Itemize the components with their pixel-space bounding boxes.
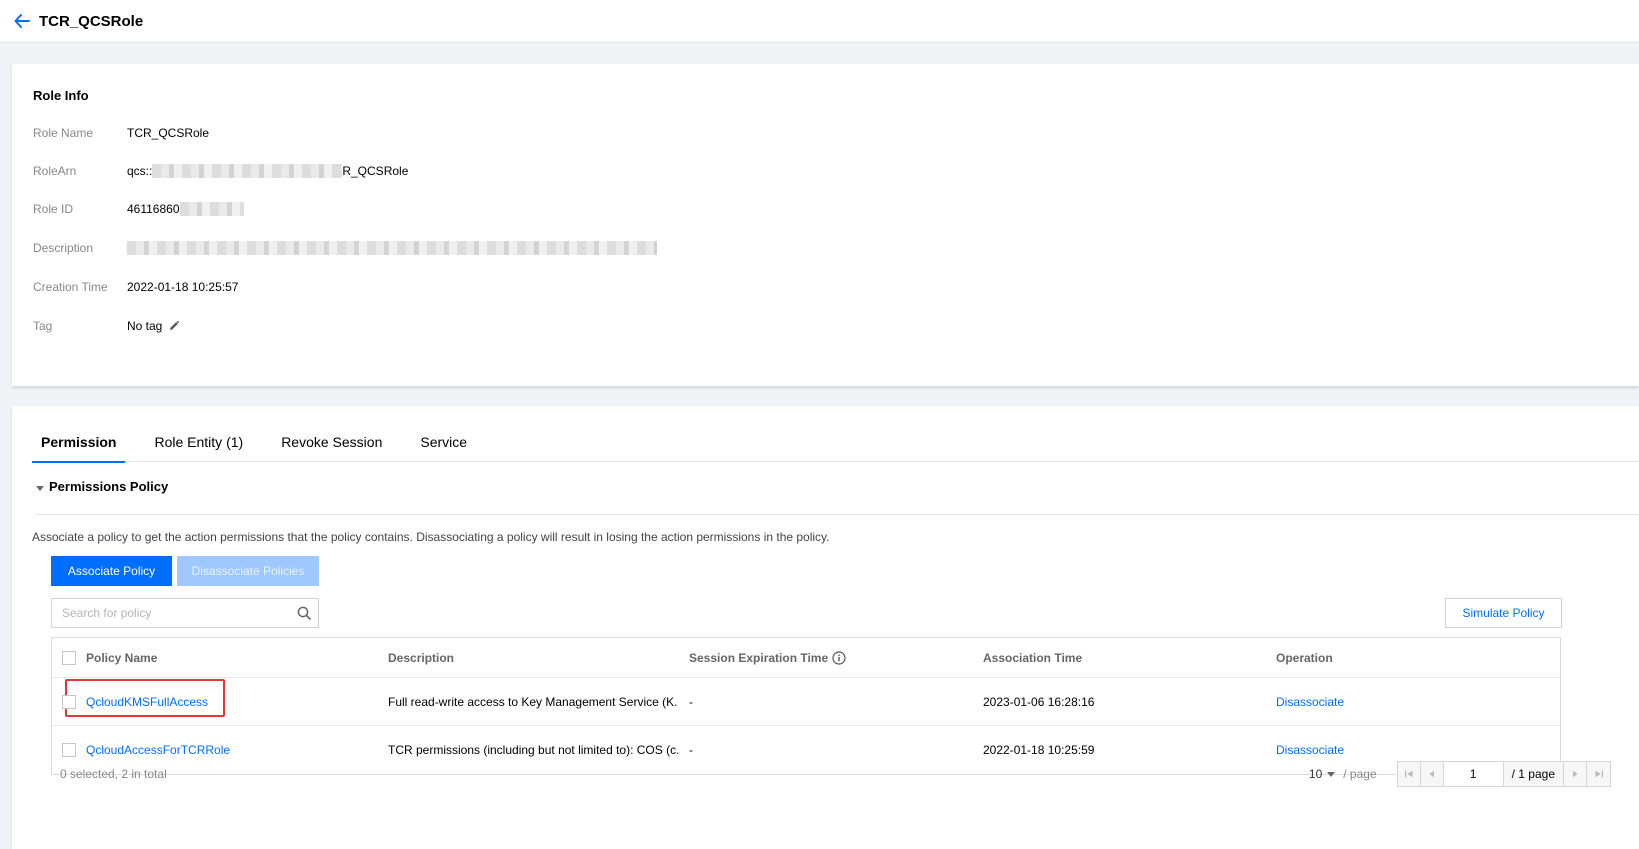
policy-name-link[interactable]: QcloudKMSFullAccess [86, 678, 376, 725]
creation-time-row: Creation Time 2022-01-18 10:25:57 [33, 279, 238, 295]
next-page-icon[interactable] [1564, 762, 1587, 786]
column-header-session-expiration: Session Expiration Time [689, 638, 969, 677]
tab-revoke-session[interactable]: Revoke Session [272, 424, 391, 462]
permissions-description: Associate a policy to get the action per… [32, 530, 830, 544]
page-navigator: 1 / 1 page [1396, 761, 1611, 787]
association-time: 2022-01-18 10:25:59 [983, 743, 1095, 757]
tab-bar: Permission Role Entity (1) Revoke Sessio… [32, 424, 1639, 463]
redacted-blur [152, 164, 343, 178]
disassociate-policies-button: Disassociate Policies [177, 556, 319, 586]
role-id-value: 46116860 [127, 202, 244, 216]
redacted-blur [179, 202, 244, 216]
column-header-association-time: Association Time [983, 650, 1083, 665]
role-id-row: Role ID 46116860 [33, 201, 244, 217]
per-page-label: / page [1343, 767, 1377, 781]
table-header-row: Policy Name Description Session Expirati… [52, 638, 1560, 678]
tag-label: Tag [33, 319, 53, 333]
policy-search-input[interactable] [52, 599, 290, 627]
associate-policy-button[interactable]: Associate Policy [51, 556, 172, 586]
redacted-blur [127, 241, 657, 255]
role-id-label: Role ID [33, 202, 74, 216]
description-value [127, 241, 657, 255]
page-number-input[interactable]: 1 [1443, 762, 1504, 786]
policy-description: Full read-write access to Key Management… [388, 694, 678, 709]
permission-card: Permission Role Entity (1) Revoke Sessio… [12, 406, 1639, 849]
policy-description: TCR permissions (including but not limit… [388, 743, 678, 757]
total-pages: / 1 page [1503, 762, 1564, 786]
disassociate-link[interactable]: Disassociate [1276, 678, 1556, 725]
policy-search-box [51, 598, 319, 628]
pencil-icon[interactable] [168, 320, 180, 332]
permissions-policy-title: Permissions Policy [49, 479, 169, 494]
first-page-icon[interactable] [1398, 762, 1421, 786]
column-header-policy-name: Policy Name [86, 650, 158, 665]
creation-time-label: Creation Time [33, 280, 108, 294]
chevron-down-icon [1327, 771, 1336, 777]
role-id-text: 46116860 [127, 202, 180, 216]
description-label: Description [33, 241, 94, 255]
policy-table: Policy Name Description Session Expirati… [51, 637, 1561, 775]
role-arn-prefix: qcs:: [127, 164, 153, 178]
permissions-policy-header[interactable]: Permissions Policy [36, 479, 1639, 515]
caret-down-icon [36, 486, 44, 491]
role-name-row: Role Name TCR_QCSRole [33, 125, 209, 141]
session-expiration: - [689, 694, 693, 709]
column-header-description: Description [388, 650, 455, 665]
role-arn-value: qcs:: R_QCSRole [127, 164, 408, 178]
session-expiration-label: Session Expiration Time [689, 650, 829, 665]
selection-summary: 0 selected, 2 in total [60, 767, 167, 781]
simulate-policy-button[interactable]: Simulate Policy [1445, 598, 1562, 628]
top-bar: TCR_QCSRole [0, 0, 1639, 43]
role-name-label: Role Name [33, 126, 94, 140]
table-row: QcloudKMSFullAccess Full read-write acce… [52, 678, 1560, 726]
tag-value: No tag [127, 319, 180, 333]
creation-time-value: 2022-01-18 10:25:57 [127, 280, 239, 294]
page-size-select[interactable]: 10 [1308, 767, 1336, 781]
tab-permission[interactable]: Permission [32, 424, 126, 463]
role-info-card: Role Info Role Name TCR_QCSRole RoleArn … [12, 64, 1639, 386]
association-time: 2023-01-06 16:28:16 [983, 694, 1095, 709]
role-info-title: Role Info [33, 88, 89, 103]
last-page-icon[interactable] [1587, 762, 1610, 786]
select-all-checkbox[interactable] [62, 650, 76, 665]
tag-row: Tag No tag [33, 318, 180, 334]
info-circle-icon[interactable] [832, 650, 846, 665]
description-row: Description [33, 240, 657, 256]
tag-text: No tag [127, 319, 163, 333]
tab-service[interactable]: Service [411, 424, 476, 462]
role-name-value: TCR_QCSRole [127, 126, 210, 140]
column-header-operation: Operation [1276, 650, 1333, 665]
search-icon[interactable] [290, 599, 318, 627]
prev-page-icon[interactable] [1421, 762, 1444, 786]
session-expiration: - [689, 743, 693, 757]
row-checkbox[interactable] [62, 694, 76, 709]
page-title: TCR_QCSRole [39, 12, 144, 30]
back-arrow-icon[interactable] [12, 11, 32, 31]
tab-role-entity[interactable]: Role Entity (1) [145, 424, 252, 462]
page-size-value: 10 [1308, 767, 1323, 781]
row-checkbox[interactable] [62, 743, 76, 757]
pagination: 10 / page 1 / 1 page [1309, 761, 1611, 787]
role-arn-row: RoleArn qcs:: R_QCSRole [33, 163, 408, 179]
role-arn-label: RoleArn [33, 164, 77, 178]
role-arn-suffix: R_QCSRole [342, 164, 409, 178]
